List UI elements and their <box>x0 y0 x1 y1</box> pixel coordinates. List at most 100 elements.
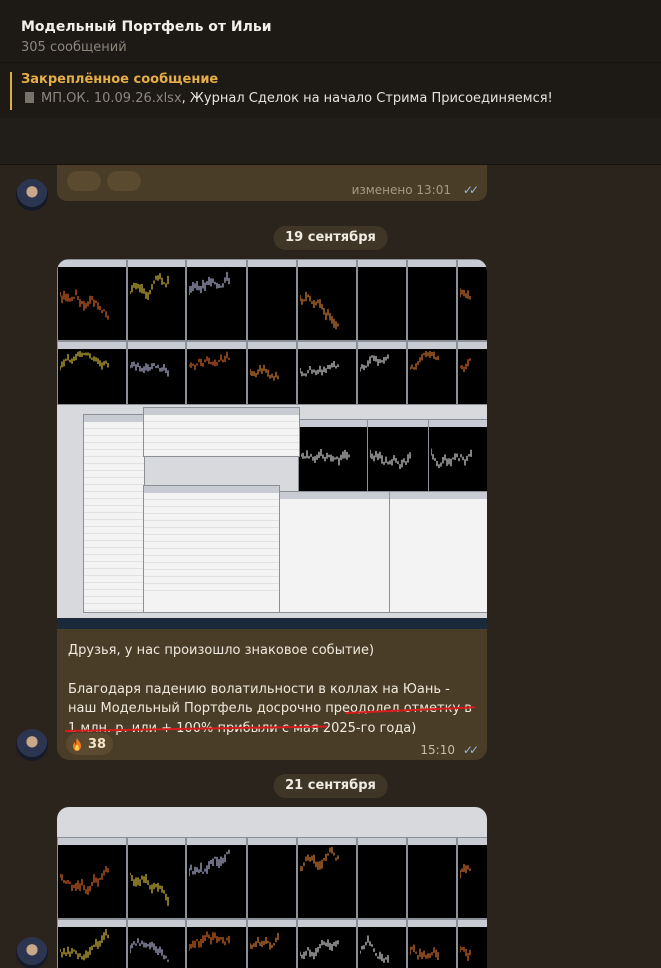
screenshot-table-row <box>84 478 144 485</box>
header-spacer <box>0 118 661 165</box>
document-icon <box>25 92 34 103</box>
screenshot-table-row <box>144 443 299 450</box>
screenshot-table-row <box>84 429 144 436</box>
screenshot-chart-window <box>357 259 407 341</box>
screenshot-table-row <box>144 514 279 521</box>
screenshot-chart-window <box>247 919 297 968</box>
message-bubble[interactable]: Друзья, у нас произошло знаковое событие… <box>57 259 487 760</box>
screenshot-chart-window <box>407 919 457 968</box>
screenshot-chart-window <box>186 341 247 405</box>
screenshot-chart-window <box>127 341 186 405</box>
screenshot-chart-window <box>357 341 407 405</box>
screenshot-table-panel <box>389 491 487 613</box>
screenshot-chart-window <box>297 837 357 919</box>
message-bubble[interactable] <box>57 807 487 968</box>
screenshot-table-row <box>84 534 144 541</box>
screenshot-chart-window <box>297 919 357 968</box>
reaction-count: 38 <box>88 736 107 752</box>
avatar[interactable] <box>16 729 48 761</box>
screenshot-chart-window <box>357 837 407 919</box>
screenshot-chart-window <box>428 419 487 493</box>
message-time: изменено 13:01 <box>351 183 451 197</box>
pinned-file-name[interactable]: МП.ОК. 10.09.26.xlsx <box>41 91 182 106</box>
screenshot-chart-window <box>298 419 368 493</box>
screenshot-chart-window <box>247 259 297 341</box>
screenshot-chart-window <box>57 837 127 919</box>
screenshot-table-panel <box>143 407 300 457</box>
read-checks-icon: ✓✓ <box>462 183 479 197</box>
screenshot-table-row <box>84 555 144 562</box>
screenshot-table-row <box>144 535 279 542</box>
previous-message-bubble[interactable]: изменено 13:01 ✓✓ <box>57 165 487 201</box>
screenshot-table-row <box>144 528 279 535</box>
screenshot-table-panel <box>83 414 145 613</box>
screenshot-table-row <box>144 577 279 584</box>
screenshot-chart-window <box>127 259 186 341</box>
read-checks-icon: ✓✓ <box>462 743 479 757</box>
avatar[interactable] <box>16 179 48 211</box>
screenshot-table-row <box>144 493 279 500</box>
screenshot-chart-window <box>57 259 127 341</box>
screenshot-chart-window <box>407 259 457 341</box>
screenshot-table-row <box>144 436 299 443</box>
screenshot-chart-window <box>57 919 127 968</box>
screenshot-table-row <box>84 541 144 548</box>
message-photo[interactable] <box>57 807 487 968</box>
screenshot-table-row <box>144 570 279 577</box>
screenshot-table-row <box>84 513 144 520</box>
screenshot-table-row <box>144 521 279 528</box>
screenshot-table-row <box>144 415 299 422</box>
screenshot-table-panel <box>143 485 280 613</box>
screenshot-table-row <box>84 590 144 597</box>
screenshot-chart-window <box>407 837 457 919</box>
screenshot-chart-window <box>127 919 186 968</box>
screenshot-table-row <box>144 500 279 507</box>
screenshot-chart-window <box>57 341 127 405</box>
chat-header[interactable]: Модельный Портфель от Ильи 305 сообщений <box>0 0 661 63</box>
screenshot-chart-window <box>247 341 297 405</box>
pinned-text-rest: , Журнал Сделок на начало Стрима Присоед… <box>181 91 553 106</box>
screenshot-table-row <box>84 520 144 527</box>
screenshot-table-row <box>84 499 144 506</box>
screenshot-chart-window <box>186 259 247 341</box>
message-list[interactable]: изменено 13:01 ✓✓ 19 сентября Друзья, у … <box>0 165 661 968</box>
avatar[interactable] <box>16 937 48 968</box>
screenshot-table-row <box>84 464 144 471</box>
pinned-message-bar[interactable]: Закреплённое сообщение МП.ОК. 10.09.26.x… <box>0 63 661 118</box>
screenshot-table-panel <box>279 491 391 613</box>
screenshot-chart-window <box>297 341 357 405</box>
message-text: Друзья, у нас произошло знаковое событие… <box>68 641 480 738</box>
date-separator: 19 сентября <box>273 226 388 250</box>
screenshot-taskbar <box>57 618 487 629</box>
message-paragraph: Друзья, у нас произошло знаковое событие… <box>68 643 375 658</box>
date-separator: 21 сентября <box>273 774 388 798</box>
screenshot-table-row <box>84 457 144 464</box>
screenshot-table-row <box>84 569 144 576</box>
pinned-label: Закреплённое сообщение <box>21 72 219 87</box>
reaction-pill[interactable] <box>107 171 141 191</box>
screenshot-table-row <box>84 548 144 555</box>
screenshot-table-row <box>144 542 279 549</box>
screenshot-chart-window <box>457 341 487 405</box>
screenshot-table-row <box>84 527 144 534</box>
screenshot-table-row <box>144 556 279 563</box>
screenshot-chart-window <box>247 837 297 919</box>
screenshot-chart-window <box>407 341 457 405</box>
screenshot-table-row <box>144 549 279 556</box>
reaction-button[interactable]: 38 <box>66 733 114 755</box>
screenshot-table-row <box>84 436 144 443</box>
message-time: 15:10 <box>420 743 455 757</box>
channel-title: Модельный Портфель от Ильи <box>21 19 272 35</box>
screenshot-table-row <box>84 443 144 450</box>
screenshot-chart-window <box>186 837 247 919</box>
pinned-text: МП.ОК. 10.09.26.xlsx, Журнал Сделок на н… <box>25 91 553 106</box>
screenshot-table-row <box>84 576 144 583</box>
screenshot-chart-window <box>367 419 429 493</box>
screenshot-chart-window <box>127 837 186 919</box>
screenshot-table-row <box>144 563 279 570</box>
screenshot-table-row <box>84 485 144 492</box>
screenshot-table-row <box>84 506 144 513</box>
screenshot-chart-window <box>457 259 487 341</box>
message-photo[interactable] <box>57 259 487 629</box>
reaction-pill[interactable] <box>67 171 101 191</box>
